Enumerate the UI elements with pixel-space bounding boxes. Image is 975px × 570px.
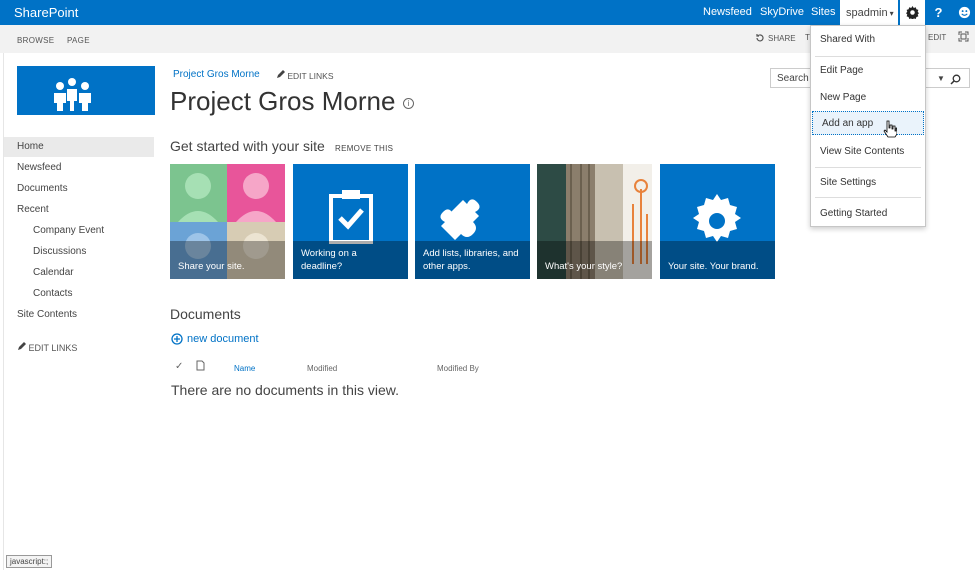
- empty-view-message: There are no documents in this view.: [171, 382, 400, 398]
- help-icon: ?: [934, 5, 943, 20]
- skydrive-link[interactable]: SkyDrive: [760, 6, 804, 18]
- settings-menu: Shared With Edit Page New Page Add an ap…: [810, 25, 926, 227]
- share-button[interactable]: SHARE: [755, 33, 796, 43]
- page-title: Project Gros Morne: [170, 86, 396, 116]
- pencil-icon: [18, 342, 26, 350]
- menu-divider: [815, 56, 921, 57]
- tile-caption: What's your style?: [537, 241, 652, 279]
- tab-page[interactable]: PAGE: [67, 36, 90, 45]
- newsfeed-link[interactable]: Newsfeed: [703, 6, 752, 18]
- nav-item-discussions[interactable]: Discussions: [33, 246, 86, 257]
- settings-button[interactable]: [900, 0, 925, 25]
- smiley-icon: [958, 6, 971, 19]
- chevron-down-icon: ▾: [889, 9, 894, 18]
- nav-item-company-event[interactable]: Company Event: [33, 225, 104, 236]
- nav-item-contacts[interactable]: Contacts: [33, 288, 72, 299]
- select-all-checkmark-icon[interactable]: ✓: [175, 361, 183, 372]
- tile-caption: Share your site.: [170, 241, 285, 279]
- nav-item-site-contents[interactable]: Site Contents: [17, 309, 77, 320]
- focus-button[interactable]: [958, 31, 969, 44]
- chevron-down-icon[interactable]: ▼: [937, 74, 945, 83]
- status-url: javascript:;: [6, 555, 53, 568]
- gear-icon: [906, 6, 919, 19]
- pencil-icon: [277, 70, 285, 78]
- share-icon: [756, 34, 764, 42]
- column-modified-by[interactable]: Modified By: [437, 364, 479, 373]
- tab-browse[interactable]: BROWSE: [17, 36, 54, 45]
- column-name[interactable]: Name: [234, 364, 255, 373]
- menu-item-shared-with[interactable]: Shared With: [811, 28, 925, 52]
- new-document-label: new document: [187, 333, 259, 345]
- left-border: [3, 53, 4, 570]
- menu-item-add-an-app-label: Add an app: [822, 118, 874, 129]
- share-label: SHARE: [768, 33, 796, 43]
- people-logo-icon: [54, 78, 91, 111]
- nav-edit-links-label: EDIT LINKS: [28, 343, 78, 353]
- file-type-icon: [196, 360, 205, 373]
- tile-caption: Add lists, libraries, and other apps.: [415, 241, 530, 279]
- nav-item-home[interactable]: Home: [4, 137, 154, 157]
- menu-item-new-page[interactable]: New Page: [811, 86, 925, 110]
- documents-title[interactable]: Documents: [170, 306, 241, 322]
- site-logo[interactable]: [17, 66, 155, 115]
- focus-icon: [958, 31, 969, 42]
- remove-this-link[interactable]: REMOVE THIS: [335, 144, 393, 153]
- tile-share-site[interactable]: Share your site.: [170, 164, 285, 279]
- nav-item-documents[interactable]: Documents: [17, 183, 68, 194]
- tile-caption: Your site. Your brand.: [660, 241, 775, 279]
- sites-link[interactable]: Sites: [811, 6, 835, 18]
- nav-item-newsfeed[interactable]: Newsfeed: [17, 162, 61, 173]
- brand-link[interactable]: SharePoint: [14, 5, 78, 20]
- nav-item-calendar[interactable]: Calendar: [33, 267, 74, 278]
- get-started-heading: Get started with your site: [170, 138, 325, 154]
- nav-item-recent[interactable]: Recent: [17, 204, 49, 215]
- smiley-button[interactable]: [952, 0, 975, 25]
- menu-item-getting-started[interactable]: Getting Started: [811, 202, 925, 226]
- user-menu[interactable]: spadmin ▾: [840, 0, 898, 25]
- search-icon[interactable]: [950, 72, 961, 90]
- user-name: spadmin: [846, 7, 888, 19]
- hand-cursor-icon: [883, 120, 897, 138]
- help-button[interactable]: ?: [926, 0, 951, 25]
- nav-edit-links[interactable]: EDIT LINKS: [17, 342, 77, 353]
- new-document-button[interactable]: new document: [171, 333, 259, 345]
- menu-item-view-site-contents[interactable]: View Site Contents: [811, 140, 925, 164]
- tile-brand[interactable]: Your site. Your brand.: [660, 164, 775, 279]
- header-edit-links-label: EDIT LINKS: [287, 71, 334, 81]
- info-icon[interactable]: i: [403, 98, 414, 109]
- breadcrumb[interactable]: Project Gros Morne: [173, 69, 260, 80]
- tile-style[interactable]: What's your style?: [537, 164, 652, 279]
- menu-divider: [815, 167, 921, 168]
- edit-button[interactable]: EDIT: [928, 33, 946, 42]
- suite-bar: SharePoint Newsfeed SkyDrive Sites spadm…: [0, 0, 975, 25]
- menu-item-edit-page[interactable]: Edit Page: [811, 59, 925, 83]
- tile-deadline[interactable]: Working on a deadline?: [293, 164, 408, 279]
- tile-add-apps[interactable]: Add lists, libraries, and other apps.: [415, 164, 530, 279]
- tile-caption: Working on a deadline?: [293, 241, 408, 279]
- column-modified[interactable]: Modified: [307, 364, 337, 373]
- menu-item-site-settings[interactable]: Site Settings: [811, 171, 925, 195]
- header-edit-links[interactable]: EDIT LINKS: [276, 70, 334, 81]
- plus-circle-icon: [171, 333, 183, 345]
- menu-divider: [815, 197, 921, 198]
- menu-item-add-an-app[interactable]: Add an app: [812, 111, 924, 135]
